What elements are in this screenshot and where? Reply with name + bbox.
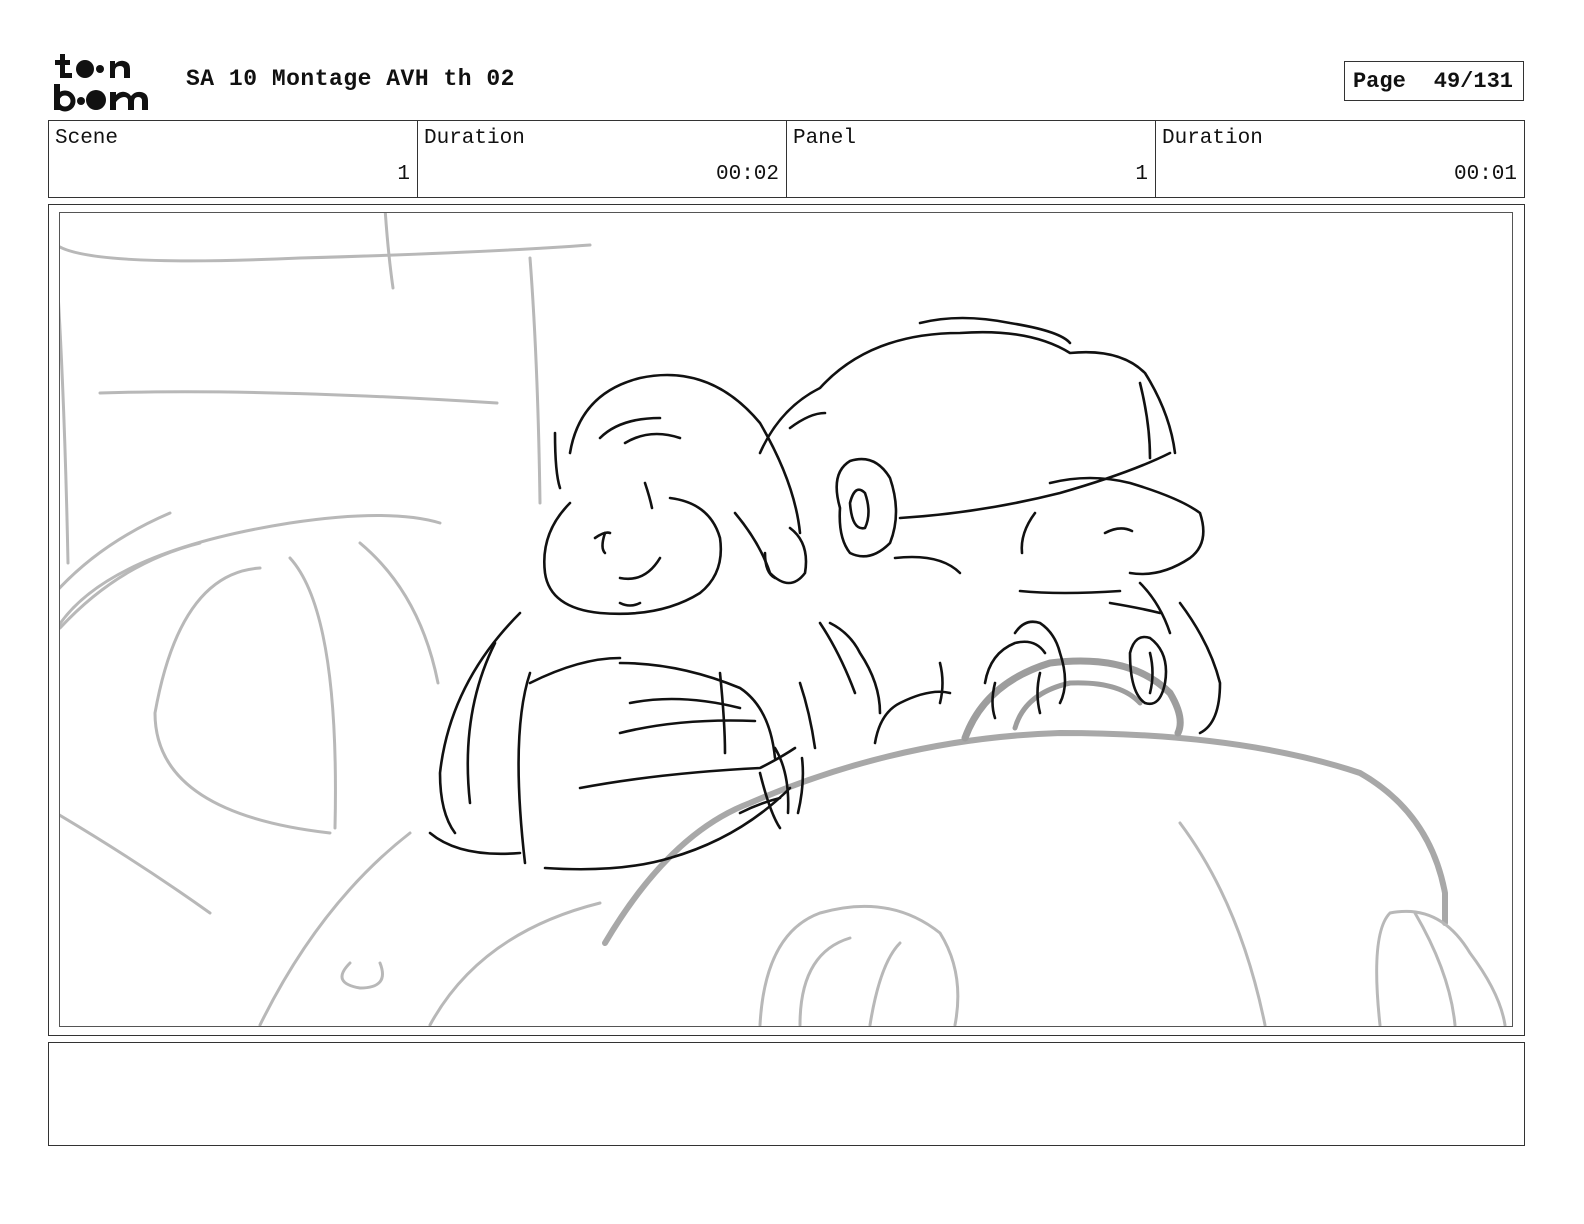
panel-duration-label: Duration <box>1162 127 1263 150</box>
project-title: SA 10 Montage AVH th 02 <box>186 66 515 92</box>
storyboard-panel-image <box>59 212 1513 1027</box>
scene-duration-cell: Duration 00:02 <box>418 121 787 197</box>
sketch-drawing <box>60 213 1507 1026</box>
scene-cell: Scene 1 <box>49 121 418 197</box>
toon-boom-logo <box>54 54 148 112</box>
scene-duration-label: Duration <box>424 127 525 150</box>
panel-duration-cell: Duration 00:01 <box>1156 121 1524 197</box>
scene-duration-value: 00:02 <box>715 163 779 186</box>
panel-notes <box>48 1042 1525 1146</box>
panel-duration-value: 00:01 <box>1453 163 1517 186</box>
info-table: Scene 1 Duration 00:02 Panel 1 Duration … <box>48 120 1525 198</box>
panel-cell: Panel 1 <box>787 121 1156 197</box>
page-number: 49/131 <box>1433 68 1513 94</box>
panel-label: Panel <box>793 127 857 150</box>
scene-label: Scene <box>55 127 119 150</box>
scene-value: 1 <box>397 163 410 186</box>
page-indicator: Page 49/131 <box>1344 61 1524 101</box>
panel-value: 1 <box>1135 163 1148 186</box>
page-label: Page <box>1352 68 1406 94</box>
